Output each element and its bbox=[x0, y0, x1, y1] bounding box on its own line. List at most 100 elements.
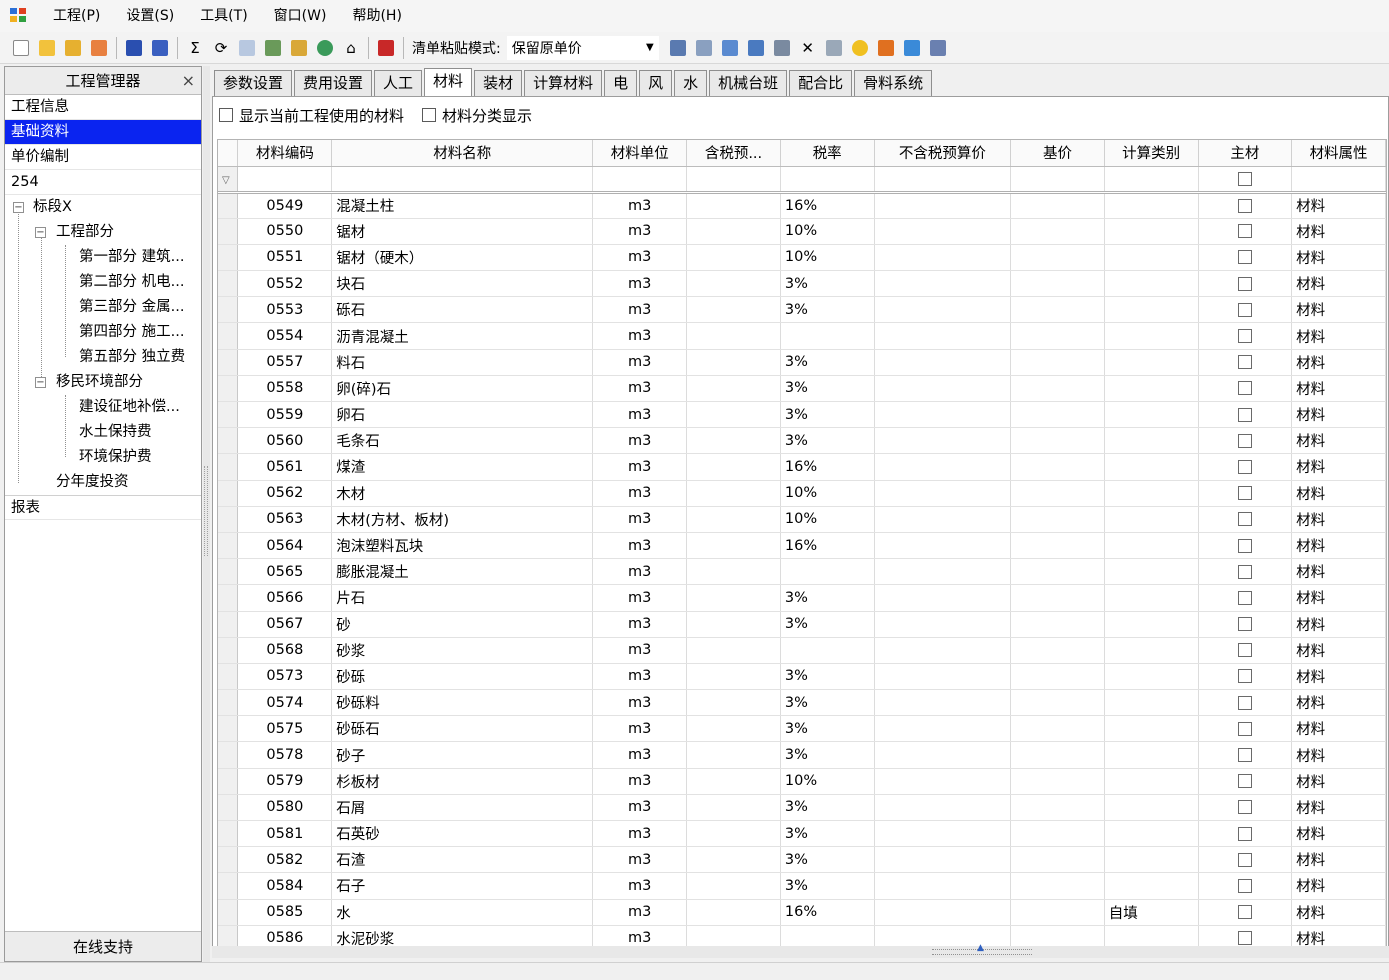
cell-tax-rate[interactable]: 3% bbox=[780, 715, 875, 743]
cell-main-material[interactable] bbox=[1198, 794, 1293, 822]
bill-icon[interactable] bbox=[666, 36, 690, 60]
cell-unit[interactable]: m3 bbox=[592, 192, 688, 219]
cell-tax-rate[interactable]: 3% bbox=[780, 349, 875, 376]
cell-base-price[interactable] bbox=[1010, 480, 1105, 507]
close-project-icon[interactable] bbox=[87, 36, 111, 60]
cell-tax-rate[interactable]: 3% bbox=[780, 689, 875, 717]
save-icon[interactable] bbox=[122, 36, 146, 60]
cell-name[interactable]: 卵石 bbox=[331, 401, 594, 429]
main-material-checkbox[interactable] bbox=[1237, 250, 1252, 265]
cell-unit[interactable]: m3 bbox=[592, 375, 688, 403]
cell-code[interactable]: 0578 bbox=[237, 741, 333, 769]
row-selector[interactable] bbox=[218, 558, 239, 586]
cell-base-price[interactable] bbox=[1010, 820, 1105, 848]
cell-code[interactable]: 0551 bbox=[237, 244, 333, 272]
copy-icon[interactable] bbox=[235, 36, 259, 60]
cell-base-price[interactable] bbox=[1010, 427, 1105, 455]
col-tax-excluded-price[interactable]: 不含税预算价 bbox=[874, 140, 1012, 167]
cell-main-material[interactable] bbox=[1198, 611, 1293, 638]
cell-base-price[interactable] bbox=[1010, 637, 1105, 664]
cell-base-price[interactable] bbox=[1010, 899, 1105, 926]
table-row[interactable]: 0562 木材 m3 10% 材料 bbox=[218, 480, 1386, 507]
cell-name[interactable]: 石子 bbox=[331, 872, 594, 900]
cell-tax-excluded[interactable] bbox=[874, 218, 1012, 245]
menu-tools[interactable]: 工具(T) bbox=[187, 0, 260, 32]
cell-calc-category[interactable] bbox=[1104, 741, 1199, 769]
cell-calc-category[interactable] bbox=[1104, 768, 1199, 795]
cell-code[interactable]: 0566 bbox=[237, 584, 333, 612]
cell-tax-included[interactable] bbox=[686, 611, 781, 638]
cell-tax-rate[interactable]: 16% bbox=[780, 532, 875, 560]
cell-calc-category[interactable] bbox=[1104, 558, 1199, 586]
cell-tax-included[interactable] bbox=[686, 532, 781, 560]
cell-base-price[interactable] bbox=[1010, 506, 1105, 533]
cell-attribute[interactable]: 材料 bbox=[1291, 715, 1386, 743]
cell-name[interactable]: 砂浆 bbox=[331, 637, 594, 664]
cell-base-price[interactable] bbox=[1010, 558, 1105, 586]
filter-cell[interactable] bbox=[237, 166, 333, 194]
cell-attribute[interactable]: 材料 bbox=[1291, 427, 1386, 455]
cell-unit[interactable]: m3 bbox=[592, 925, 688, 946]
cell-unit[interactable]: m3 bbox=[592, 584, 688, 612]
filter-cell[interactable] bbox=[592, 166, 688, 194]
cell-calc-category[interactable] bbox=[1104, 453, 1199, 481]
cell-tax-included[interactable] bbox=[686, 453, 781, 481]
cell-tax-excluded[interactable] bbox=[874, 794, 1012, 822]
cell-tax-rate[interactable]: 3% bbox=[780, 741, 875, 769]
cell-tax-included[interactable] bbox=[686, 768, 781, 795]
scroll-up-icon[interactable]: ▲ bbox=[977, 943, 984, 953]
cell-calc-category[interactable] bbox=[1104, 296, 1199, 324]
tree-node-part1[interactable]: 第一部分 建筑... bbox=[5, 245, 201, 270]
cell-tax-excluded[interactable] bbox=[874, 349, 1012, 376]
sum-icon[interactable]: Σ bbox=[183, 36, 207, 60]
cell-tax-rate[interactable]: 3% bbox=[780, 401, 875, 429]
cell-code[interactable]: 0581 bbox=[237, 820, 333, 848]
filter-cell[interactable] bbox=[780, 166, 875, 194]
tree-node-resettlement[interactable]: − 移民环境部分 bbox=[5, 370, 201, 395]
table-row[interactable]: 0585 水 m3 16% 自填 材料 bbox=[218, 899, 1386, 926]
cell-code[interactable]: 0574 bbox=[237, 689, 333, 717]
row-selector[interactable] bbox=[218, 375, 239, 403]
cell-unit[interactable]: m3 bbox=[592, 689, 688, 717]
cell-name[interactable]: 锯材 bbox=[331, 218, 594, 245]
cell-main-material[interactable] bbox=[1198, 375, 1293, 403]
cell-unit[interactable]: m3 bbox=[592, 322, 688, 350]
cell-attribute[interactable]: 材料 bbox=[1291, 925, 1386, 946]
tree-node-part2[interactable]: 第二部分 机电... bbox=[5, 270, 201, 295]
main-material-checkbox[interactable] bbox=[1237, 748, 1252, 763]
cell-tax-excluded[interactable] bbox=[874, 322, 1012, 350]
cell-attribute[interactable]: 材料 bbox=[1291, 584, 1386, 612]
main-material-checkbox[interactable] bbox=[1237, 695, 1252, 710]
main-material-checkbox[interactable] bbox=[1237, 617, 1252, 632]
table-row[interactable]: 0549 混凝土柱 m3 16% 材料 bbox=[218, 192, 1386, 219]
cell-base-price[interactable] bbox=[1010, 715, 1105, 743]
cell-tax-included[interactable] bbox=[686, 401, 781, 429]
main-material-checkbox[interactable] bbox=[1237, 800, 1252, 815]
col-calc-category[interactable]: 计算类别 bbox=[1104, 140, 1199, 167]
main-material-checkbox[interactable] bbox=[1237, 433, 1252, 448]
cell-tax-excluded[interactable] bbox=[874, 663, 1012, 691]
nav-basic-data[interactable]: 基础资料 bbox=[5, 120, 201, 145]
cell-tax-included[interactable] bbox=[686, 715, 781, 743]
refresh-icon[interactable]: ⟳ bbox=[209, 36, 233, 60]
cell-tax-included[interactable] bbox=[686, 322, 781, 350]
cell-main-material[interactable] bbox=[1198, 270, 1293, 298]
cell-main-material[interactable] bbox=[1198, 768, 1293, 795]
save-all-icon[interactable] bbox=[148, 36, 172, 60]
cell-tax-excluded[interactable] bbox=[874, 925, 1012, 946]
cell-main-material[interactable] bbox=[1198, 427, 1293, 455]
cell-base-price[interactable] bbox=[1010, 218, 1105, 245]
cell-tax-included[interactable] bbox=[686, 270, 781, 298]
main-material-checkbox[interactable] bbox=[1237, 486, 1252, 501]
cell-tax-included[interactable] bbox=[686, 427, 781, 455]
main-material-checkbox[interactable] bbox=[1237, 381, 1252, 396]
cell-attribute[interactable]: 材料 bbox=[1291, 349, 1386, 376]
cell-name[interactable]: 砾石 bbox=[331, 296, 594, 324]
cell-tax-rate[interactable] bbox=[780, 322, 875, 350]
cell-tax-included[interactable] bbox=[686, 872, 781, 900]
cell-code[interactable]: 0550 bbox=[237, 218, 333, 245]
cell-attribute[interactable]: 材料 bbox=[1291, 401, 1386, 429]
cell-base-price[interactable] bbox=[1010, 532, 1105, 560]
row-selector[interactable] bbox=[218, 244, 239, 272]
cell-tax-included[interactable] bbox=[686, 794, 781, 822]
